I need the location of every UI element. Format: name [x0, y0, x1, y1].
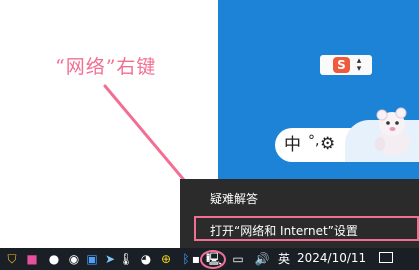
chat-icon[interactable]: ◉: [66, 251, 82, 267]
taskbar-clock[interactable]: 2024/10/11: [297, 251, 366, 265]
notification-icon[interactable]: [379, 252, 393, 263]
menu-item-troubleshoot[interactable]: 疑难解答: [210, 190, 258, 207]
cloud-icon[interactable]: ▣: [84, 251, 100, 267]
app-icon[interactable]: ■: [24, 251, 40, 267]
speaker-icon[interactable]: 🔊: [254, 251, 270, 267]
context-menu: 疑难解答 打开“网络和 Internet”设置: [180, 179, 419, 248]
input-method-icon[interactable]: 英: [276, 251, 292, 267]
menu-item-open-network-settings[interactable]: 打开“网络和 Internet”设置: [210, 222, 358, 239]
wechat-icon[interactable]: ●: [46, 251, 62, 267]
plus-icon[interactable]: ⊕: [158, 251, 174, 267]
qq-icon[interactable]: ◕: [138, 251, 154, 267]
app-square-icon[interactable]: ▭: [230, 251, 246, 267]
shield-icon[interactable]: ⛉: [4, 251, 20, 267]
thermometer-icon[interactable]: 🌡: [118, 251, 134, 267]
network-icon-highlight: [200, 250, 226, 269]
send-icon[interactable]: ➤: [102, 251, 118, 267]
